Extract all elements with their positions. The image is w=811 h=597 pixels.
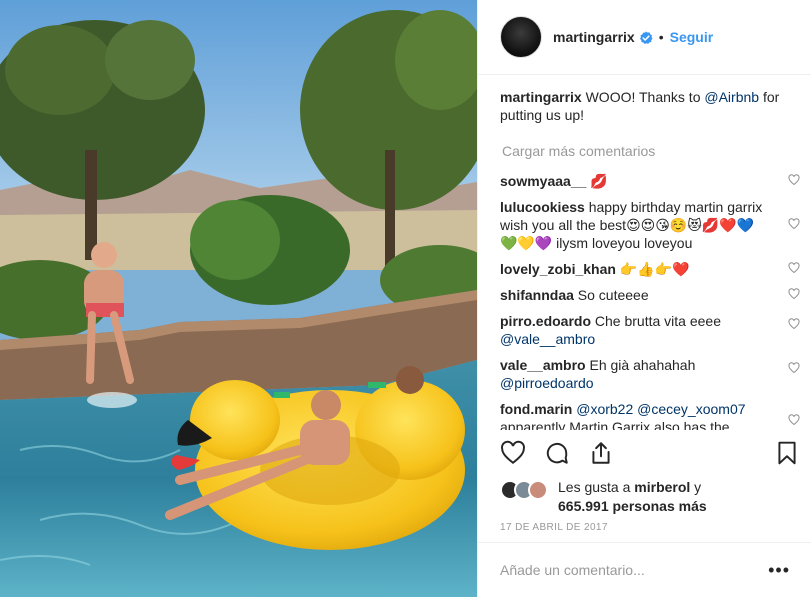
post-date[interactable]: 17 DE ABRIL DE 2017 (500, 522, 608, 533)
comment-username[interactable]: lulucookiess (500, 199, 585, 215)
comment-like-heart-icon[interactable] (788, 288, 800, 300)
comment-like-heart-icon[interactable] (788, 318, 800, 330)
likes-prefix: Les gusta a (558, 479, 635, 495)
caption-text: WOOO! Thanks to (581, 89, 705, 105)
more-options-icon[interactable]: ••• (768, 560, 790, 581)
comment-icon[interactable] (544, 440, 570, 466)
comment-username[interactable]: sowmyaaa__ (500, 173, 586, 189)
comment-username[interactable]: pirro.edoardo (500, 313, 591, 329)
comment-item: sowmyaaa__ 💋 (500, 172, 800, 190)
comment-input[interactable] (500, 562, 769, 578)
comments-list[interactable]: martingarrix WOOO! Thanks to @Airbnb for… (500, 88, 800, 430)
comment-like-heart-icon[interactable] (788, 262, 800, 274)
comment-item: lovely_zobi_khan 👉👍👉❤️ (500, 260, 800, 278)
share-icon[interactable] (588, 440, 614, 466)
comment-item: lulucookiess happy birthday martin garri… (500, 198, 800, 252)
author-username[interactable]: martingarrix (553, 29, 635, 45)
post-caption: martingarrix WOOO! Thanks to @Airbnb for… (500, 88, 800, 124)
author-avatar[interactable] (500, 16, 542, 58)
comment-like-heart-icon[interactable] (788, 414, 800, 426)
post-details-panel: martingarrix • Seguir martingarrix WOOO!… (477, 0, 811, 597)
verified-badge-icon (639, 31, 653, 44)
heart-icon[interactable] (500, 440, 526, 466)
comment-username[interactable]: shifanndaa (500, 287, 574, 303)
comment-item: vale__ambro Eh già ahahahah @pirroedoard… (500, 356, 800, 392)
caption-username[interactable]: martingarrix (500, 89, 582, 105)
liker-avatar (528, 480, 548, 500)
post-actions-bar (500, 440, 800, 470)
liker-username[interactable]: mirberol (634, 479, 690, 495)
post-header: martingarrix • Seguir (478, 0, 811, 75)
add-comment-section: ••• (478, 542, 811, 597)
comment-item: pirro.edoardo Che brutta vita eeee @vale… (500, 312, 800, 348)
comment-item: fond.marin @xorb22 @cecey_xoom07 apparen… (500, 400, 800, 430)
comment-item: shifanndaa So cuteeee (500, 286, 800, 304)
comment-text: So cuteeee (573, 287, 649, 303)
comment-like-heart-icon[interactable] (788, 174, 800, 186)
likes-text: Les gusta a mirberol y 665.991 personas … (558, 478, 707, 516)
comment-like-heart-icon[interactable] (788, 218, 800, 230)
comment-mention[interactable]: @vale__ambro (500, 331, 595, 347)
liker-avatars[interactable] (500, 480, 552, 502)
caption-mention[interactable]: @Airbnb (704, 89, 759, 105)
comment-like-heart-icon[interactable] (788, 362, 800, 374)
separator-dot: • (658, 29, 664, 45)
follow-button[interactable]: Seguir (670, 29, 714, 45)
comment-username[interactable]: lovely_zobi_khan (500, 261, 616, 277)
comment-username[interactable]: vale__ambro (500, 357, 586, 373)
post-photo[interactable] (0, 0, 477, 597)
comment-text: 👉👍👉❤️ (615, 261, 690, 277)
comment-tail: apparently Martin Garrix also has the (500, 419, 730, 430)
comment-mention[interactable]: @pirroedoardo (500, 375, 594, 391)
comment-text: 💋 (586, 173, 608, 189)
likes-summary: Les gusta a mirberol y 665.991 personas … (500, 478, 800, 518)
likes-count[interactable]: 665.991 personas más (558, 498, 707, 514)
comment-text: Che brutta vita eeee (591, 313, 721, 329)
load-more-comments-link[interactable]: Cargar más comentarios (502, 142, 800, 160)
bookmark-icon[interactable] (774, 440, 800, 466)
likes-middle: y (690, 479, 702, 495)
comment-username[interactable]: fond.marin (500, 401, 572, 417)
pool-duck-image (0, 0, 477, 597)
comment-text: Eh già ahahahah (585, 357, 696, 373)
comment-mention[interactable]: @xorb22 @cecey_xoom07 (576, 401, 745, 417)
